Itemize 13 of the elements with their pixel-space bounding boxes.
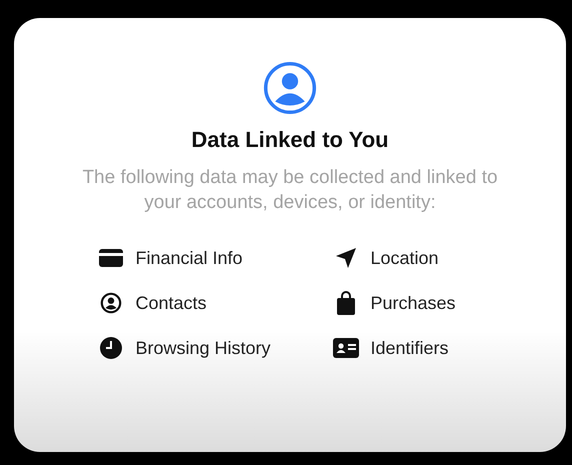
card-description: The following data may be collected and linked to your accounts, devices, or identity: bbox=[81, 166, 499, 215]
clock-icon bbox=[98, 336, 124, 360]
data-type-label: Contacts bbox=[136, 292, 207, 314]
data-type-label: Identifiers bbox=[370, 338, 449, 358]
data-type-label: Purchases bbox=[370, 292, 456, 314]
data-type-label: Location bbox=[370, 248, 439, 268]
person-icon bbox=[263, 61, 317, 115]
id-card-icon bbox=[332, 338, 358, 358]
data-type-label: Browsing History bbox=[136, 338, 271, 358]
credit-card-icon bbox=[98, 249, 124, 267]
person-circle-icon bbox=[98, 292, 124, 314]
card-title: Data Linked to You bbox=[191, 127, 389, 153]
data-type-label: Financial Info bbox=[136, 248, 243, 268]
